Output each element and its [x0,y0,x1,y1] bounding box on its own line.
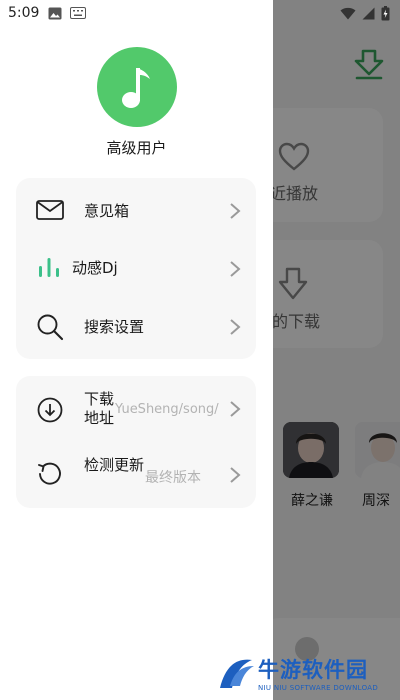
wifi-icon [340,7,356,20]
signal-icon [362,7,375,20]
keyboard-icon [70,7,86,19]
refresh-icon [38,462,61,485]
avatar[interactable] [97,47,177,127]
watermark-subtitle: NIU NIU SOFTWARE DOWNLOAD [258,684,379,692]
menu-item-download-path[interactable]: 下载地址 YueSheng/song/ [16,376,256,442]
navigation-drawer: 高级用户 意见箱 动感Dj 搜索设置 下载地址 YueSheng/song/ 检… [0,0,273,700]
settings-group-2: 下载地址 YueSheng/song/ 检测更新 最终版本 [16,376,256,508]
menu-item-dj[interactable]: 动感Dj [16,238,256,298]
watermark: 牛游软件园 NIU NIU SOFTWARE DOWNLOAD [214,654,394,698]
notification-icons [48,7,86,20]
search-icon [37,314,64,341]
watermark-title: 牛游软件园 [258,658,368,682]
chevron-right-icon [230,401,241,417]
username: 高级用户 [106,139,167,157]
equalizer-icon [39,258,59,277]
image-icon [48,7,62,20]
menu-label-check-update: 检测更新 [84,456,145,474]
settings-group-1: 意见箱 动感Dj 搜索设置 [16,178,256,359]
menu-label-feedback: 意见箱 [84,202,130,220]
menu-label-search-settings: 搜索设置 [84,318,145,336]
check-update-value: 最终版本 [145,470,201,486]
chevron-right-icon [230,467,241,483]
menu-label-dj: 动感Dj [72,259,118,277]
status-time: 5:09 [8,5,40,21]
music-note-icon [122,68,150,108]
menu-item-search-settings[interactable]: 搜索设置 [16,298,256,358]
download-circle-icon [37,397,63,423]
chevron-right-icon [230,261,241,277]
menu-item-check-update[interactable]: 检测更新 最终版本 [16,442,256,508]
battery-charging-icon [381,6,390,21]
chevron-right-icon [230,203,241,219]
watermark-logo-icon [220,659,254,688]
chevron-right-icon [230,319,241,335]
system-icons [340,6,390,21]
download-path-value: YueSheng/song/ [115,402,219,417]
mail-icon [36,200,64,220]
menu-item-feedback[interactable]: 意见箱 [16,178,256,242]
status-bar: 5:09 [0,0,400,28]
